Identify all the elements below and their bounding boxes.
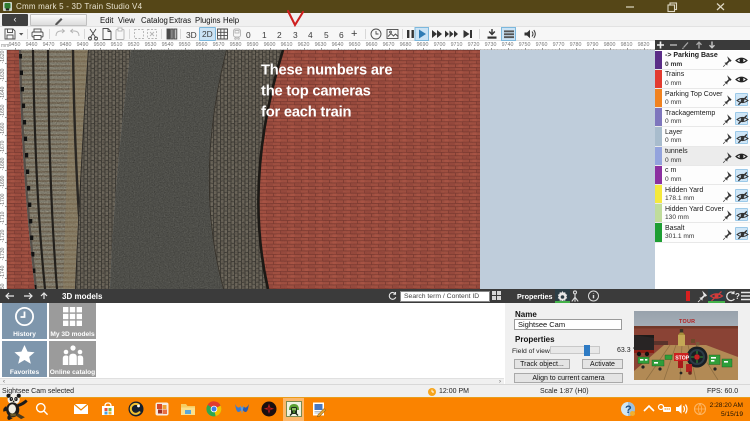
svg-text:TOUR: TOUR xyxy=(679,319,695,325)
svg-text:for each train: for each train xyxy=(261,105,351,121)
svg-text:STOP: STOP xyxy=(675,355,690,361)
svg-text:These numbers are: These numbers are xyxy=(261,63,392,79)
svg-text:the top cameras: the top cameras xyxy=(261,84,371,100)
svg-text:?: ? xyxy=(735,292,740,301)
